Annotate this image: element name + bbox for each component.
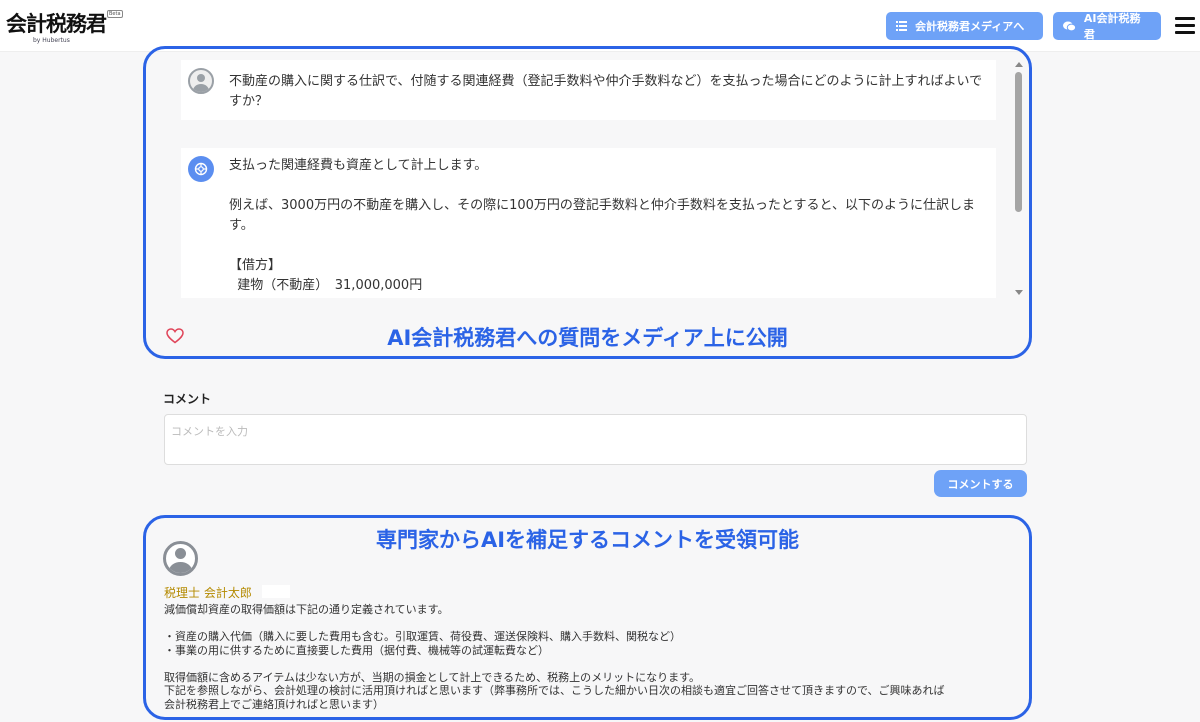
callout-expert-highlight: 専門家からAIを補足するコメントを受領可能: [143, 515, 1032, 720]
logo[interactable]: 会計税務君 Beta by Hubertus: [6, 8, 123, 44]
hamburger-menu-icon[interactable]: [1175, 17, 1195, 34]
comment-input[interactable]: [164, 414, 1027, 465]
logo-text: 会計税務君: [6, 12, 107, 36]
submit-comment-button[interactable]: コメントする: [934, 470, 1027, 497]
top-header: 会計税務君 Beta by Hubertus 会計税務君メディアへ AI会計税務…: [0, 0, 1200, 52]
media-button[interactable]: 会計税務君メディアへ: [886, 12, 1043, 40]
callout-expert-text: 専門家からAIを補足するコメントを受領可能: [375, 528, 800, 552]
logo-wordmark: 会計税務君 Beta: [6, 8, 123, 38]
beta-badge: Beta: [107, 10, 123, 18]
callout-publish-text: AI会計税務君への質問をメディア上に公開: [387, 326, 788, 350]
list-icon: [896, 21, 907, 31]
ai-button[interactable]: AI会計税務君: [1053, 12, 1161, 41]
ai-button-label: AI会計税務君: [1083, 12, 1141, 41]
comment-label: コメント: [163, 392, 212, 406]
chat-bubbles-icon: [1063, 21, 1076, 31]
callout-publish-highlight: AI会計税務君への質問をメディア上に公開: [143, 46, 1032, 359]
media-button-label: 会計税務君メディアへ: [915, 20, 1025, 33]
logo-subtitle: by Hubertus: [33, 37, 70, 44]
